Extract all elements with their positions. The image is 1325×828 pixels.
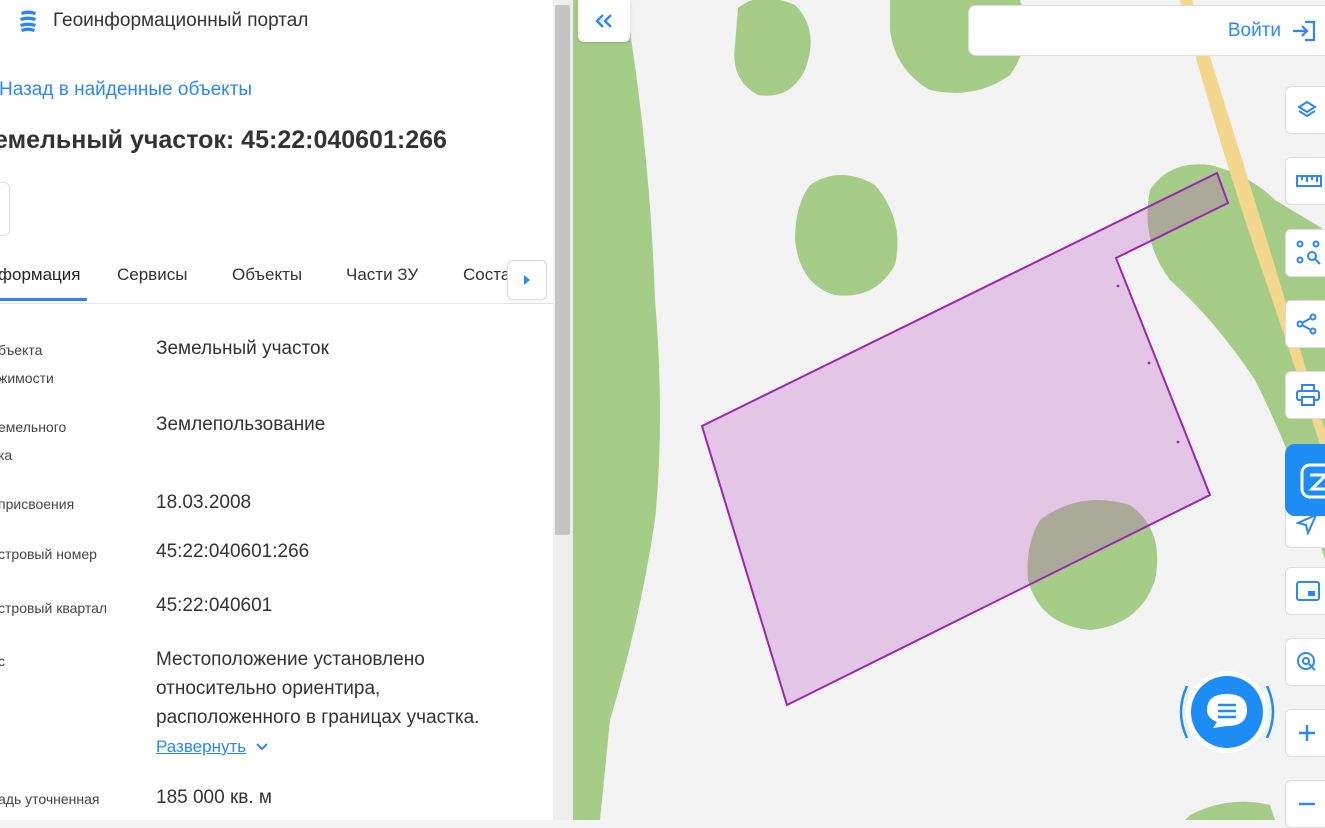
zoom-in-icon bbox=[1296, 722, 1318, 744]
value-object-type: Земельный участок bbox=[156, 334, 329, 363]
share-icon bbox=[1296, 313, 1318, 335]
tab-bar: формация Сервисы Объекты Части ЗУ Соста bbox=[0, 258, 555, 304]
minimap-icon bbox=[1296, 581, 1320, 601]
portal-title: Геоинформационный портал bbox=[53, 10, 308, 32]
value-cadastral-quarter: 45:22:040601 bbox=[156, 591, 272, 620]
chat-icon bbox=[1173, 666, 1281, 758]
label-cadastral-quarter: стровый квартал bbox=[0, 594, 107, 622]
value-address: Местоположение установлено относительно … bbox=[156, 645, 479, 732]
back-to-results-link[interactable]: Назад в найденные объекты bbox=[0, 79, 252, 101]
zoom-out-button[interactable] bbox=[1285, 780, 1325, 828]
scrollbar-thumb[interactable] bbox=[555, 5, 570, 535]
ruler-button[interactable] bbox=[1285, 157, 1325, 205]
search-location-button[interactable] bbox=[1285, 638, 1325, 686]
tab-services[interactable]: Сервисы bbox=[117, 265, 187, 285]
info-panel: Геоинформационный портал Назад в найденн… bbox=[0, 0, 555, 820]
zoom-in-button[interactable] bbox=[1285, 709, 1325, 757]
value-parcel-type: Землепользование bbox=[156, 410, 325, 439]
sign-in-icon bbox=[1291, 19, 1317, 43]
tab-composition[interactable]: Соста bbox=[463, 265, 510, 285]
zoom-out-icon bbox=[1296, 793, 1318, 815]
label-area: адь уточненная bbox=[0, 785, 100, 813]
select-area-button[interactable] bbox=[1285, 229, 1325, 277]
label-parcel-type: емельногока bbox=[0, 413, 66, 469]
share-button[interactable] bbox=[1285, 300, 1325, 348]
select-area-icon bbox=[1296, 240, 1322, 266]
collapse-panel-button[interactable] bbox=[578, 0, 630, 42]
minimap-button[interactable] bbox=[1285, 567, 1325, 615]
object-action-button[interactable] bbox=[0, 182, 10, 236]
location-arrow-icon bbox=[1296, 513, 1318, 535]
tab-objects[interactable]: Объекты bbox=[232, 265, 302, 285]
expand-address-link[interactable]: Развернуть bbox=[156, 737, 268, 757]
portal-logo-icon bbox=[15, 8, 41, 34]
object-title: емельный участок: 45:22:040601:266 bbox=[0, 126, 447, 155]
value-assignment-date: 18.03.2008 bbox=[156, 488, 251, 517]
double-chevron-left-icon bbox=[595, 14, 613, 28]
panel-scrollbar[interactable] bbox=[553, 0, 573, 820]
tabs-scroll-right-button[interactable] bbox=[507, 260, 547, 300]
search-location-icon bbox=[1296, 651, 1318, 673]
layers-icon bbox=[1296, 99, 1318, 121]
print-button[interactable] bbox=[1285, 371, 1325, 419]
value-cadastral-number: 45:22:040601:266 bbox=[156, 537, 309, 566]
active-tab-indicator bbox=[0, 298, 87, 301]
blue-action-button[interactable] bbox=[1285, 444, 1325, 516]
portal-header[interactable]: Геоинформационный портал bbox=[15, 8, 308, 34]
label-address: с bbox=[0, 647, 5, 675]
login-button[interactable]: Войти bbox=[968, 5, 1325, 56]
tab-parts[interactable]: Части ЗУ bbox=[346, 265, 418, 285]
ruler-icon bbox=[1296, 170, 1322, 192]
caret-right-icon bbox=[523, 275, 531, 285]
value-area: 185 000 кв. м bbox=[156, 783, 272, 812]
label-assignment-date: присвоения bbox=[0, 490, 74, 518]
blue-action-icon bbox=[1296, 455, 1325, 505]
label-cadastral-number: стровый номер bbox=[0, 540, 97, 568]
label-object-type: бъектажимости bbox=[0, 336, 54, 392]
chat-button[interactable] bbox=[1173, 666, 1281, 758]
chevron-down-icon bbox=[256, 743, 268, 751]
print-icon bbox=[1296, 384, 1320, 406]
tab-information[interactable]: формация bbox=[0, 265, 80, 285]
layers-button[interactable] bbox=[1285, 86, 1325, 134]
